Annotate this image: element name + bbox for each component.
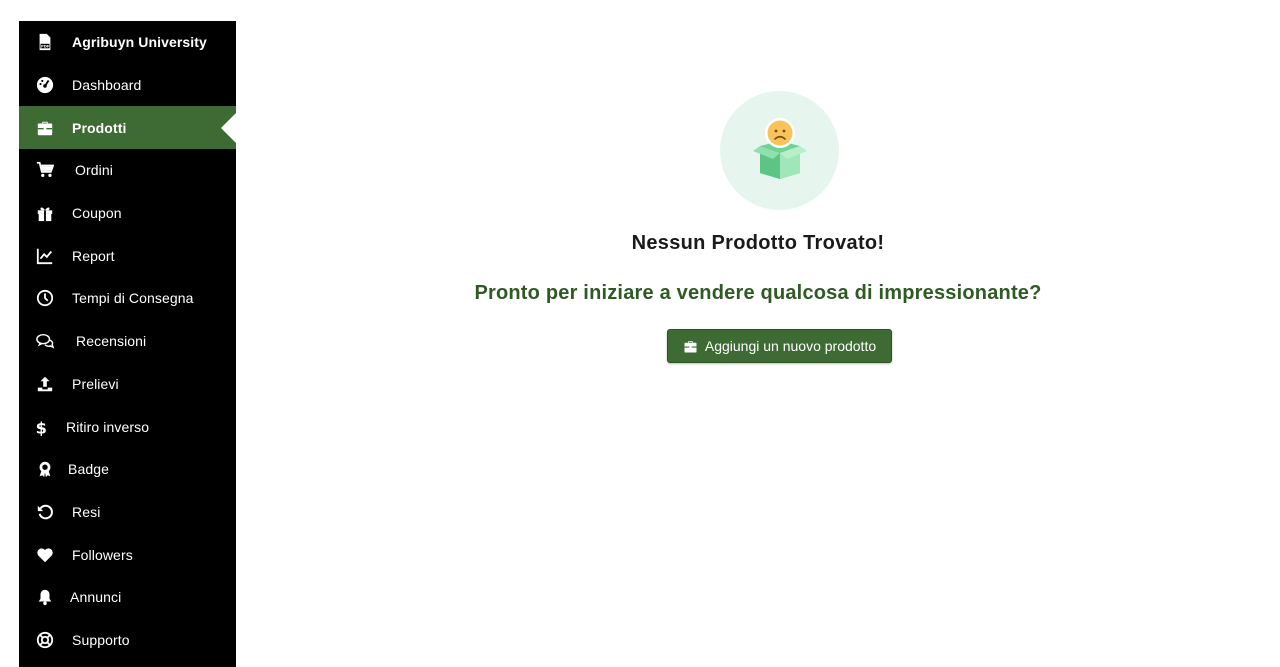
sidebar-item-label: Agribuyn University: [72, 34, 207, 51]
sidebar-item-annunci[interactable]: Annunci: [19, 576, 236, 619]
sidebar-item-ordini[interactable]: Ordini: [19, 149, 236, 192]
sidebar-item-prodotti[interactable]: Prodotti: [19, 106, 236, 150]
sidebar-item-tempi-di-consegna[interactable]: Tempi di Consegna: [19, 277, 236, 320]
upload-icon: [35, 374, 55, 394]
briefcase-icon: [684, 340, 697, 352]
sidebar-item-followers[interactable]: Followers: [19, 533, 236, 576]
comments-icon: [35, 331, 55, 351]
sidebar-item-label: Dashboard: [72, 77, 142, 94]
main-content: Nessun Prodotto Trovato! Pronto per iniz…: [236, 0, 1280, 667]
empty-state-title: Nessun Prodotto Trovato!: [631, 232, 885, 254]
sidebar-item-label: Prodotti: [72, 119, 127, 136]
sidebar-item-label: Ordini: [75, 162, 113, 179]
lifebuoy-icon: [35, 630, 55, 650]
sidebar-item-badge[interactable]: Badge: [19, 448, 236, 491]
sidebar-item-label: Tempi di Consegna: [72, 290, 194, 307]
dollar-icon: $: [31, 417, 51, 437]
sidebar-item-label: Coupon: [72, 205, 122, 222]
sidebar-item-label: Badge: [68, 461, 109, 478]
cart-icon: [35, 160, 55, 180]
clock-icon: [35, 288, 55, 308]
add-new-product-button[interactable]: Aggiungi un nuovo prodotto: [667, 329, 892, 363]
sidebar-item-label: Ritiro inverso: [66, 418, 150, 435]
dashboard-icon: [35, 75, 55, 95]
sidebar: PDF Agribuyn University Dashboard Prodot…: [19, 21, 236, 667]
svg-text:PDF: PDF: [41, 45, 50, 49]
sidebar-item-report[interactable]: Report: [19, 234, 236, 277]
sidebar-item-label: Supporto: [72, 631, 130, 648]
sidebar-item-label: Report: [72, 247, 115, 264]
sidebar-item-label: Recensioni: [76, 333, 147, 350]
award-icon: [35, 459, 55, 479]
pdf-file-icon: PDF: [35, 32, 55, 52]
undo-icon: [35, 502, 55, 522]
bell-icon: [35, 587, 55, 607]
sidebar-item-coupon[interactable]: Coupon: [19, 192, 236, 235]
empty-state-subtitle: Pronto per iniziare a vendere qualcosa d…: [474, 282, 1042, 304]
add-new-product-label: Aggiungi un nuovo prodotto: [704, 338, 877, 354]
sidebar-item-supporto[interactable]: Supporto: [19, 619, 236, 662]
chart-line-icon: [35, 246, 55, 266]
sidebar-item-label: Resi: [72, 503, 101, 520]
sidebar-item-dashboard[interactable]: Dashboard: [19, 64, 236, 107]
heart-icon: [35, 545, 55, 565]
briefcase-icon: [35, 118, 55, 138]
sidebar-item-label: Annunci: [70, 589, 122, 606]
sidebar-item-recensioni[interactable]: Recensioni: [19, 320, 236, 363]
sidebar-item-label: Prelievi: [72, 375, 119, 392]
svg-text:$: $: [36, 418, 47, 436]
empty-box-illustration: [720, 91, 839, 210]
sidebar-item-resi[interactable]: Resi: [19, 491, 236, 534]
sidebar-item-prelievi[interactable]: Prelievi: [19, 363, 236, 406]
gift-icon: [35, 203, 55, 223]
sidebar-item-agribuyn-university[interactable]: PDF Agribuyn University: [19, 21, 236, 64]
sidebar-item-ritiro-inverso[interactable]: $ Ritiro inverso: [19, 405, 236, 448]
sidebar-item-label: Followers: [72, 546, 133, 563]
